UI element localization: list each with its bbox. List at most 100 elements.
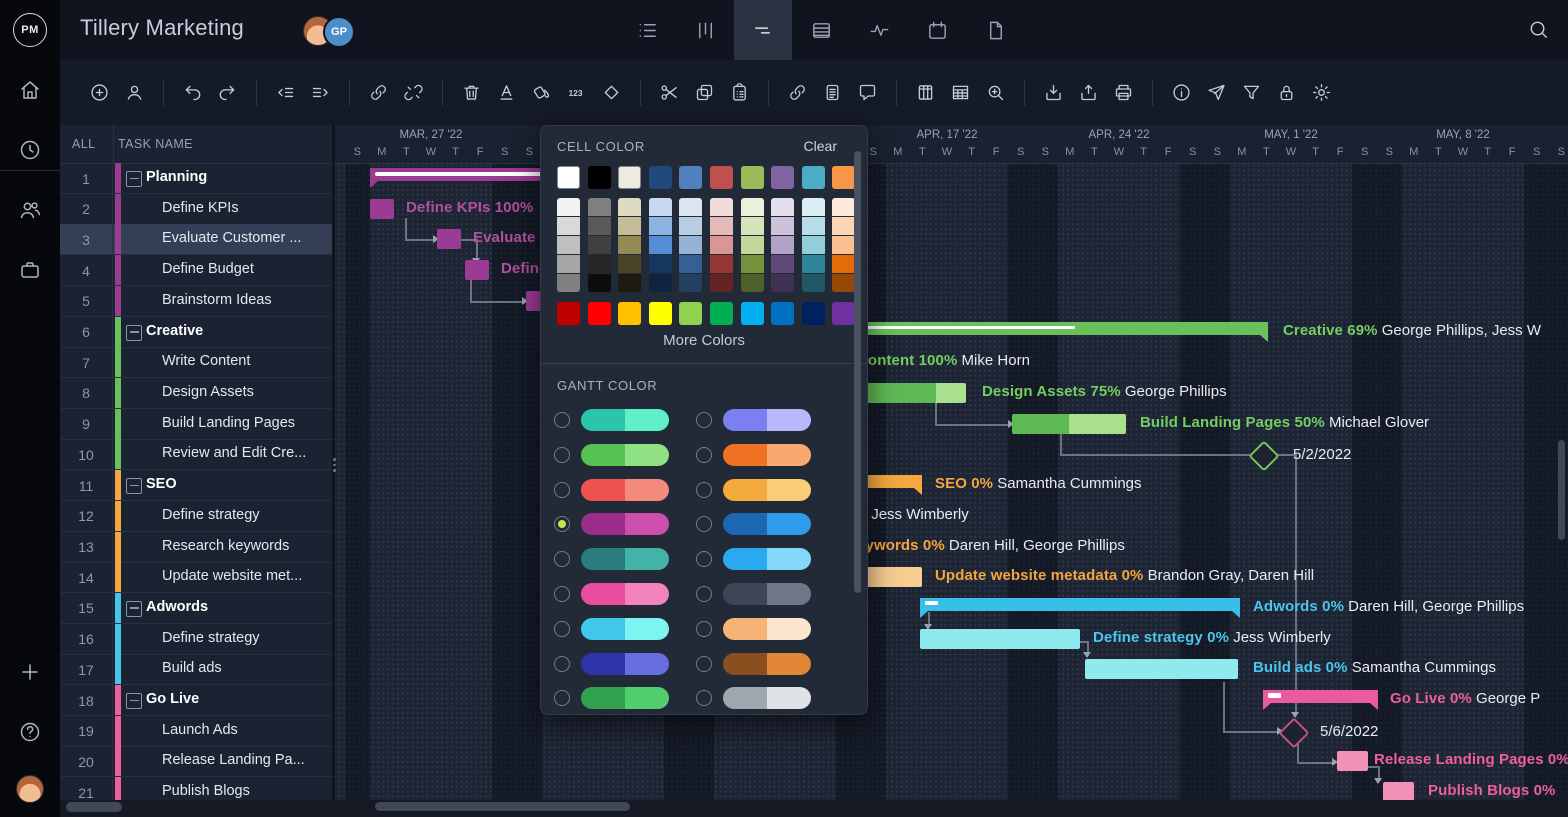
gantt-color-option[interactable] xyxy=(541,583,869,605)
toolbar-indent-button[interactable] xyxy=(303,75,338,110)
gantt-color-radio[interactable] xyxy=(696,586,712,602)
clear-button[interactable]: Clear xyxy=(804,138,837,154)
shade-swatch[interactable] xyxy=(557,236,580,254)
task-row[interactable]: 12Define strategy xyxy=(60,501,332,532)
collapse-icon[interactable] xyxy=(126,693,142,709)
gantt-color-radio[interactable] xyxy=(696,482,712,498)
shade-swatch[interactable] xyxy=(557,217,580,235)
gantt-color-radio[interactable] xyxy=(696,516,712,532)
portfolio-icon[interactable] xyxy=(18,258,42,282)
shade-swatch[interactable] xyxy=(741,217,764,235)
task-row[interactable]: 1Planning xyxy=(60,163,332,194)
task-row[interactable]: 7Write Content xyxy=(60,347,332,378)
gantt-task-bar[interactable] xyxy=(437,229,461,249)
shade-swatch[interactable] xyxy=(679,255,702,273)
shade-swatch[interactable] xyxy=(741,255,764,273)
tab-activity-view[interactable] xyxy=(850,0,908,60)
cell-color-swatch[interactable] xyxy=(741,166,764,189)
toolbar-link-tasks-button[interactable] xyxy=(361,75,396,110)
column-header-task-name[interactable]: TASK NAME xyxy=(118,137,193,151)
task-row[interactable]: 17Build ads xyxy=(60,654,332,685)
gantt-color-option[interactable] xyxy=(541,548,869,570)
gantt-color-swatch[interactable] xyxy=(723,479,811,501)
toolbar-filter-button[interactable] xyxy=(1234,75,1269,110)
task-row[interactable]: 3Evaluate Customer ... xyxy=(60,224,332,255)
gantt-task-bar[interactable] xyxy=(370,199,394,219)
shade-swatch[interactable] xyxy=(771,255,794,273)
splitter-handle-icon[interactable] xyxy=(333,455,335,475)
shade-swatch[interactable] xyxy=(832,236,855,254)
cell-color-swatch[interactable] xyxy=(679,166,702,189)
shade-swatch[interactable] xyxy=(832,217,855,235)
dialog-scrollbar[interactable] xyxy=(854,151,861,593)
standard-color-swatch[interactable] xyxy=(771,302,794,325)
gantt-color-radio[interactable] xyxy=(696,621,712,637)
shade-swatch[interactable] xyxy=(649,255,672,273)
collapse-icon[interactable] xyxy=(126,478,142,494)
task-row[interactable]: 10Review and Edit Cre... xyxy=(60,439,332,470)
shade-swatch[interactable] xyxy=(557,255,580,273)
task-row[interactable]: 4Define Budget xyxy=(60,255,332,286)
gantt-color-swatch[interactable] xyxy=(723,548,811,570)
shade-swatch[interactable] xyxy=(741,198,764,216)
task-row[interactable]: 5Brainstorm Ideas xyxy=(60,286,332,317)
gantt-color-swatch[interactable] xyxy=(723,583,811,605)
shade-swatch[interactable] xyxy=(588,217,611,235)
shade-swatch[interactable] xyxy=(618,274,641,292)
toolbar-copy-button[interactable] xyxy=(687,75,722,110)
toolbar-milestone-button[interactable] xyxy=(594,75,629,110)
tab-calendar-view[interactable] xyxy=(908,0,966,60)
toolbar-font-style-button[interactable] xyxy=(489,75,524,110)
toolbar-import-button[interactable] xyxy=(1036,75,1071,110)
task-row[interactable]: 21Publish Blogs xyxy=(60,777,332,800)
gantt-color-radio[interactable] xyxy=(696,690,712,706)
shade-swatch[interactable] xyxy=(710,274,733,292)
standard-color-swatch[interactable] xyxy=(618,302,641,325)
cell-color-swatch[interactable] xyxy=(771,166,794,189)
gantt-color-option[interactable] xyxy=(541,479,869,501)
toolbar-outdent-button[interactable] xyxy=(268,75,303,110)
shade-swatch[interactable] xyxy=(618,198,641,216)
task-row[interactable]: 6Creative xyxy=(60,317,332,348)
toolbar-settings-button[interactable] xyxy=(1304,75,1339,110)
gantt-color-option[interactable] xyxy=(541,513,869,535)
gantt-color-swatch[interactable] xyxy=(723,653,811,675)
gantt-color-radio[interactable] xyxy=(696,447,712,463)
tab-list-view[interactable] xyxy=(618,0,676,60)
shade-swatch[interactable] xyxy=(679,274,702,292)
shade-swatch[interactable] xyxy=(741,274,764,292)
shade-swatch[interactable] xyxy=(771,198,794,216)
toolbar-assign-user-button[interactable] xyxy=(117,75,152,110)
standard-color-swatch[interactable] xyxy=(588,302,611,325)
toolbar-delete-button[interactable] xyxy=(454,75,489,110)
toolbar-paste-button[interactable] xyxy=(722,75,757,110)
cell-color-swatch[interactable] xyxy=(649,166,672,189)
toolbar-attach-link-button[interactable] xyxy=(780,75,815,110)
search-icon[interactable] xyxy=(1527,18,1550,41)
tab-sheet-view[interactable] xyxy=(792,0,850,60)
gantt-summary-bar[interactable] xyxy=(920,598,1240,611)
toolbar-share-button[interactable] xyxy=(1199,75,1234,110)
gantt-color-swatch[interactable] xyxy=(723,618,811,640)
user-avatar[interactable] xyxy=(16,775,44,803)
collapse-icon[interactable] xyxy=(126,601,142,617)
shade-swatch[interactable] xyxy=(649,217,672,235)
cell-color-swatch[interactable] xyxy=(557,166,580,189)
toolbar-cut-button[interactable] xyxy=(652,75,687,110)
toolbar-notes-button[interactable] xyxy=(815,75,850,110)
shade-swatch[interactable] xyxy=(588,236,611,254)
shade-swatch[interactable] xyxy=(802,274,825,292)
toolbar-lock-button[interactable] xyxy=(1269,75,1304,110)
shade-swatch[interactable] xyxy=(802,217,825,235)
shade-swatch[interactable] xyxy=(649,198,672,216)
shade-swatch[interactable] xyxy=(802,236,825,254)
gantt-task-bar[interactable] xyxy=(465,260,489,280)
toolbar-number-format-button[interactable]: 123 xyxy=(559,75,594,110)
standard-color-swatch[interactable] xyxy=(710,302,733,325)
gantt-color-option[interactable] xyxy=(541,687,869,709)
toolbar-manage-columns-button[interactable] xyxy=(908,75,943,110)
cell-color-swatch[interactable] xyxy=(710,166,733,189)
collapse-icon[interactable] xyxy=(126,325,142,341)
standard-color-swatch[interactable] xyxy=(649,302,672,325)
gantt-color-swatch[interactable] xyxy=(723,687,811,709)
